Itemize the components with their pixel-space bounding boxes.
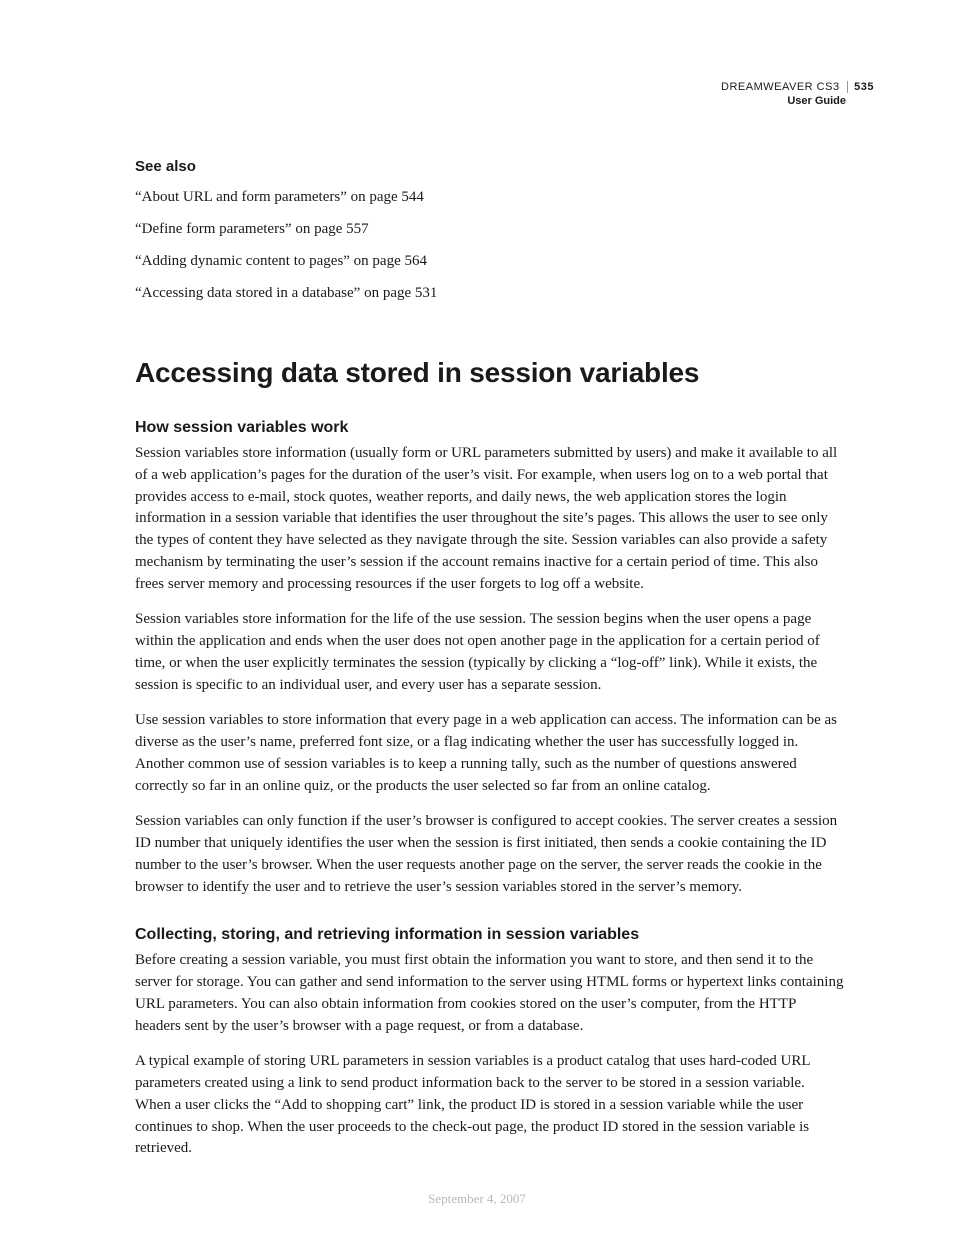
page-content: See also “About URL and form parameters”…: [135, 158, 844, 1160]
header-subtitle: User Guide: [721, 94, 874, 108]
page-number: 535: [847, 81, 874, 93]
section-heading: Collecting, storing, and retrieving info…: [135, 926, 844, 944]
page-title: Accessing data stored in session variabl…: [135, 357, 844, 389]
see-also-link[interactable]: “Adding dynamic content to pages” on pag…: [135, 249, 844, 273]
body-paragraph: A typical example of storing URL paramet…: [135, 1051, 844, 1160]
footer-date: September 4, 2007: [0, 1191, 954, 1207]
page-header: DREAMWEAVER CS3 535 User Guide: [721, 80, 874, 109]
section-heading: How session variables work: [135, 419, 844, 437]
body-paragraph: Session variables store information (usu…: [135, 443, 844, 595]
product-name: DREAMWEAVER CS3: [721, 81, 840, 93]
see-also-link[interactable]: “About URL and form parameters” on page …: [135, 185, 844, 209]
body-paragraph: Session variables store information for …: [135, 609, 844, 696]
see-also-list: “About URL and form parameters” on page …: [135, 185, 844, 305]
body-paragraph: Use session variables to store informati…: [135, 710, 844, 797]
see-also-link[interactable]: “Accessing data stored in a database” on…: [135, 281, 844, 305]
see-also-heading: See also: [135, 158, 844, 175]
body-paragraph: Session variables can only function if t…: [135, 811, 844, 898]
see-also-link[interactable]: “Define form parameters” on page 557: [135, 217, 844, 241]
body-paragraph: Before creating a session variable, you …: [135, 950, 844, 1037]
